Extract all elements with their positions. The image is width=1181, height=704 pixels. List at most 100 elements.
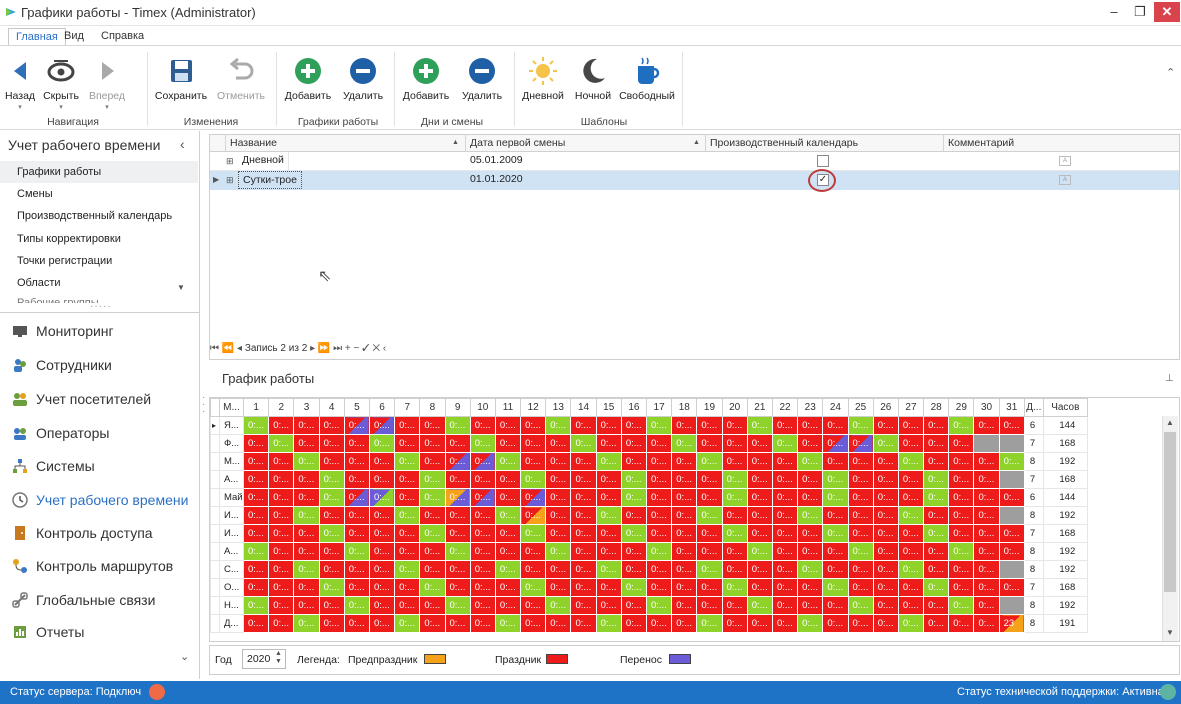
- day-cell[interactable]: 0:...: [797, 578, 824, 597]
- day-cell[interactable]: 0:...: [444, 470, 471, 489]
- header-day[interactable]: 5: [343, 398, 370, 417]
- day-cell[interactable]: 0:...: [570, 524, 597, 543]
- scroll-down-icon[interactable]: ▼: [1166, 628, 1174, 637]
- day-cell[interactable]: 0:...: [343, 470, 370, 489]
- day-cell[interactable]: 0:...: [494, 434, 522, 453]
- day-cell[interactable]: 0:...: [797, 452, 824, 471]
- day-cell[interactable]: 0:...: [746, 542, 773, 561]
- day-cell[interactable]: 0:...: [242, 596, 270, 615]
- day-cell[interactable]: 0:...: [520, 470, 547, 489]
- header-day[interactable]: 30: [973, 398, 1000, 417]
- day-cell[interactable]: 0:...: [771, 488, 799, 507]
- day-cell[interactable]: 0:...: [671, 578, 698, 597]
- day-cell[interactable]: 0:...: [847, 560, 874, 579]
- nav-access-control[interactable]: Контроль доступа: [0, 519, 198, 547]
- day-cell[interactable]: 0:...: [847, 452, 874, 471]
- night-template-button[interactable]: Ночной: [570, 52, 616, 112]
- day-cell[interactable]: 0:...: [318, 596, 345, 615]
- day-cell[interactable]: 0:...: [897, 506, 925, 525]
- sidebar-item-calendar[interactable]: Производственный календарь: [0, 205, 198, 227]
- day-cell[interactable]: 0:...: [268, 506, 295, 525]
- day-cell[interactable]: 0:...: [469, 542, 496, 561]
- day-cell[interactable]: 0:...: [822, 614, 849, 633]
- day-cell[interactable]: 0:...: [923, 488, 950, 507]
- day-cell[interactable]: 0:...: [671, 488, 698, 507]
- calendar-row[interactable]: А... 0:... 0:... 0:... 0:... 0:... 0:... 0:... 0…: [210, 470, 1088, 489]
- day-cell[interactable]: 0:...: [368, 434, 396, 453]
- header-day[interactable]: 16: [620, 398, 648, 417]
- day-cell[interactable]: 0:...: [948, 488, 975, 507]
- day-cell[interactable]: 0:...: [494, 524, 522, 543]
- header-day[interactable]: 18: [671, 398, 698, 417]
- comment-icon[interactable]: A: [1059, 156, 1071, 166]
- day-cell[interactable]: 0:...: [268, 488, 295, 507]
- header-hours[interactable]: Часов: [1042, 398, 1088, 417]
- header-day[interactable]: 10: [469, 398, 496, 417]
- day-cell[interactable]: 0:...: [847, 578, 874, 597]
- header-day[interactable]: 14: [570, 398, 597, 417]
- day-cell[interactable]: 0:...: [671, 542, 698, 561]
- save-button[interactable]: Сохранить: [151, 52, 211, 112]
- day-cell[interactable]: 0:...: [872, 434, 899, 453]
- day-cell[interactable]: 0:...: [671, 614, 698, 633]
- header-day[interactable]: 19: [696, 398, 723, 417]
- day-cell[interactable]: 0:...: [746, 524, 773, 543]
- day-cell[interactable]: 0:...: [570, 596, 597, 615]
- nav-reports[interactable]: Отчеты: [0, 618, 198, 646]
- day-cell[interactable]: 0:...: [671, 524, 698, 543]
- splitter-handle[interactable]: · · ·: [202, 393, 206, 418]
- day-cell[interactable]: 0:...: [545, 578, 572, 597]
- nav-cancel-icon[interactable]: ✕: [372, 343, 380, 354]
- day-cell[interactable]: 0:...: [469, 434, 496, 453]
- day-cell[interactable]: 0:...: [343, 560, 370, 579]
- day-cell[interactable]: 0:...: [318, 524, 345, 543]
- day-cell[interactable]: 0:...: [923, 578, 950, 597]
- day-cell[interactable]: 0:...: [570, 542, 597, 561]
- day-cell[interactable]: 0:...: [872, 542, 899, 561]
- day-cell[interactable]: 0:...: [620, 416, 648, 435]
- day-cell[interactable]: 0:...: [771, 452, 799, 471]
- day-cell[interactable]: 0:...: [948, 596, 975, 615]
- spin-arrows-icon[interactable]: ▲ ▼: [275, 650, 282, 666]
- day-cell[interactable]: 0:...: [771, 434, 799, 453]
- header-day[interactable]: 11: [494, 398, 522, 417]
- day-cell[interactable]: 0:...: [242, 614, 270, 633]
- day-cell[interactable]: 0:...: [620, 542, 648, 561]
- day-cell[interactable]: 0:...: [746, 470, 773, 489]
- header-day[interactable]: 31: [998, 398, 1025, 417]
- day-cell[interactable]: 0:...: [771, 614, 799, 633]
- day-cell[interactable]: 0:...: [620, 452, 648, 471]
- day-cell[interactable]: 0:...: [368, 578, 396, 597]
- add-day-button[interactable]: Добавить: [398, 52, 454, 112]
- header-day[interactable]: 29: [948, 398, 975, 417]
- day-cell[interactable]: 0:...: [948, 614, 975, 633]
- calendar-row[interactable]: Май 0:... 0:... 0:... 0:... 0:... 0:... 0:... 0:…: [210, 488, 1088, 507]
- day-cell[interactable]: 0:...: [998, 578, 1025, 597]
- comment-icon[interactable]: A: [1059, 175, 1071, 185]
- day-cell[interactable]: 0:...: [721, 452, 748, 471]
- day-cell[interactable]: 0:...: [923, 470, 950, 489]
- day-cell[interactable]: 0:...: [570, 452, 597, 471]
- column-name[interactable]: Название: [226, 135, 466, 152]
- day-cell[interactable]: 0:...: [973, 488, 1000, 507]
- hide-button[interactable]: Скрыть ▾: [40, 52, 82, 112]
- day-cell[interactable]: 0:...: [973, 596, 1000, 615]
- day-cell[interactable]: 0:...: [343, 434, 370, 453]
- day-cell[interactable]: 0:...: [696, 596, 723, 615]
- day-cell[interactable]: 0:...: [620, 578, 648, 597]
- day-cell[interactable]: 0:...: [595, 560, 622, 579]
- day-cell[interactable]: 0:...: [696, 470, 723, 489]
- day-cell[interactable]: 0:...: [645, 506, 673, 525]
- day-cell[interactable]: 0:...: [293, 596, 320, 615]
- day-cell[interactable]: 0:...: [469, 578, 496, 597]
- day-cell[interactable]: 0:...: [771, 524, 799, 543]
- day-cell[interactable]: 0:...: [419, 596, 446, 615]
- day-cell[interactable]: 0:...: [696, 416, 723, 435]
- day-cell[interactable]: 0:...: [771, 596, 799, 615]
- calendar-row[interactable]: А... 0:... 0:... 0:... 0:... 0:... 0:... 0:... 0…: [210, 542, 1088, 561]
- day-cell[interactable]: 0:...: [847, 524, 874, 543]
- day-cell[interactable]: 0:...: [822, 488, 849, 507]
- day-cell[interactable]: 0:...: [469, 452, 496, 471]
- day-cell[interactable]: 0:...: [595, 524, 622, 543]
- day-cell[interactable]: 0:...: [696, 506, 723, 525]
